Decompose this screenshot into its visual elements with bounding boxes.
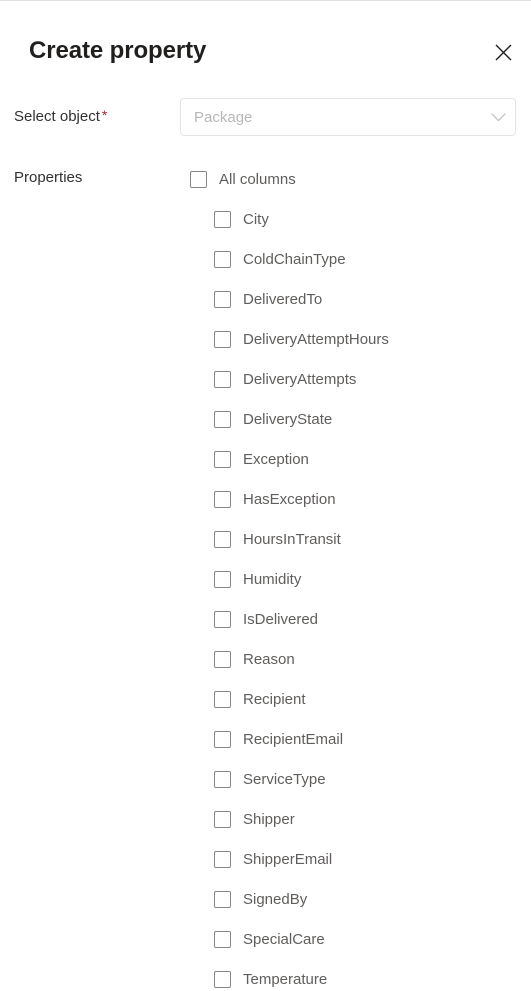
select-object-row: Select object * Package xyxy=(0,98,531,136)
checkbox-row[interactable]: Shipper xyxy=(214,807,295,831)
select-object-label: Select object * xyxy=(14,107,107,125)
checkbox-icon[interactable] xyxy=(214,490,231,508)
close-button[interactable] xyxy=(483,34,523,70)
checkbox-icon[interactable] xyxy=(214,850,231,868)
checkbox-icon[interactable] xyxy=(214,610,231,628)
required-asterisk: * xyxy=(101,107,108,123)
checkbox-label: Shipper xyxy=(243,810,295,828)
checkbox-row-all-columns[interactable]: All columns xyxy=(190,167,296,191)
checkbox-row[interactable]: Recipient xyxy=(214,687,306,711)
checkbox-row[interactable]: Temperature xyxy=(214,967,327,991)
checkbox-icon[interactable] xyxy=(214,370,231,388)
checkbox-row[interactable]: Exception xyxy=(214,447,309,471)
checkbox-label: IsDelivered xyxy=(243,610,319,628)
chevron-down-icon xyxy=(481,112,515,122)
panel-header: Create property xyxy=(0,1,531,91)
checkbox-label: SignedBy xyxy=(243,890,308,908)
checkbox-label: Reason xyxy=(243,650,295,668)
checkbox-row[interactable]: ServiceType xyxy=(214,767,326,791)
checkbox-label: DeliveredTo xyxy=(243,290,323,308)
checkbox-icon[interactable] xyxy=(214,890,231,908)
checkbox-row[interactable]: Reason xyxy=(214,647,295,671)
checkbox-icon[interactable] xyxy=(214,210,231,228)
create-property-panel: Create property Select object * Package P… xyxy=(0,0,531,991)
close-icon xyxy=(495,44,512,61)
checkbox-icon[interactable] xyxy=(214,410,231,428)
checkbox-row[interactable]: City xyxy=(214,207,269,231)
checkbox-label: City xyxy=(243,210,269,228)
page-title: Create property xyxy=(29,37,207,64)
checkbox-row[interactable]: DeliveryAttemptHours xyxy=(214,327,389,351)
checkbox-label: Exception xyxy=(243,450,309,468)
checkbox-icon[interactable] xyxy=(214,690,231,708)
checkbox-icon[interactable] xyxy=(214,810,231,828)
checkbox-label: Temperature xyxy=(243,970,328,988)
checkbox-icon[interactable] xyxy=(214,570,231,588)
checkbox-icon[interactable] xyxy=(214,290,231,308)
checkbox-label: RecipientEmail xyxy=(243,730,344,748)
checkbox-icon[interactable] xyxy=(214,730,231,748)
checkbox-label: Humidity xyxy=(243,570,302,588)
checkbox-label: ServiceType xyxy=(243,770,326,788)
checkbox-icon[interactable] xyxy=(190,170,207,188)
checkbox-row[interactable]: Humidity xyxy=(214,567,301,591)
checkbox-label: ColdChainType xyxy=(243,250,346,268)
checkbox-label: DeliveryAttemptHours xyxy=(243,330,389,348)
checkbox-row[interactable]: ColdChainType xyxy=(214,247,346,271)
checkbox-icon[interactable] xyxy=(214,770,231,788)
checkbox-label: SpecialCare xyxy=(243,930,325,948)
checkbox-label: Recipient xyxy=(243,690,306,708)
properties-label: Properties xyxy=(14,169,83,186)
checkbox-label: DeliveryAttempts xyxy=(243,370,357,388)
checkbox-icon[interactable] xyxy=(214,330,231,348)
checkbox-row[interactable]: IsDelivered xyxy=(214,607,318,631)
checkbox-label: All columns xyxy=(219,170,296,188)
checkbox-row[interactable]: HoursInTransit xyxy=(214,527,341,551)
checkbox-row[interactable]: HasException xyxy=(214,487,336,511)
checkbox-icon[interactable] xyxy=(214,250,231,268)
checkbox-icon[interactable] xyxy=(214,450,231,468)
checkbox-row[interactable]: RecipientEmail xyxy=(214,727,343,751)
checkbox-row[interactable]: DeliveryState xyxy=(214,407,332,431)
checkbox-label: HasException xyxy=(243,490,336,508)
checkbox-icon[interactable] xyxy=(214,970,231,988)
checkbox-row[interactable]: DeliveryAttempts xyxy=(214,367,356,391)
select-object-label-text: Select object xyxy=(14,108,100,125)
checkbox-row[interactable]: SignedBy xyxy=(214,887,307,911)
select-object-dropdown-value: Package xyxy=(194,108,253,126)
checkbox-label: ShipperEmail xyxy=(243,850,333,868)
checkbox-label: DeliveryState xyxy=(243,410,333,428)
checkbox-icon[interactable] xyxy=(214,650,231,668)
checkbox-row[interactable]: ShipperEmail xyxy=(214,847,332,871)
checkbox-row[interactable]: SpecialCare xyxy=(214,927,325,951)
select-object-dropdown[interactable]: Package xyxy=(180,98,516,136)
checkbox-row[interactable]: DeliveredTo xyxy=(214,287,322,311)
checkbox-icon[interactable] xyxy=(214,530,231,548)
checkbox-icon[interactable] xyxy=(214,930,231,948)
checkbox-label: HoursInTransit xyxy=(243,530,341,548)
